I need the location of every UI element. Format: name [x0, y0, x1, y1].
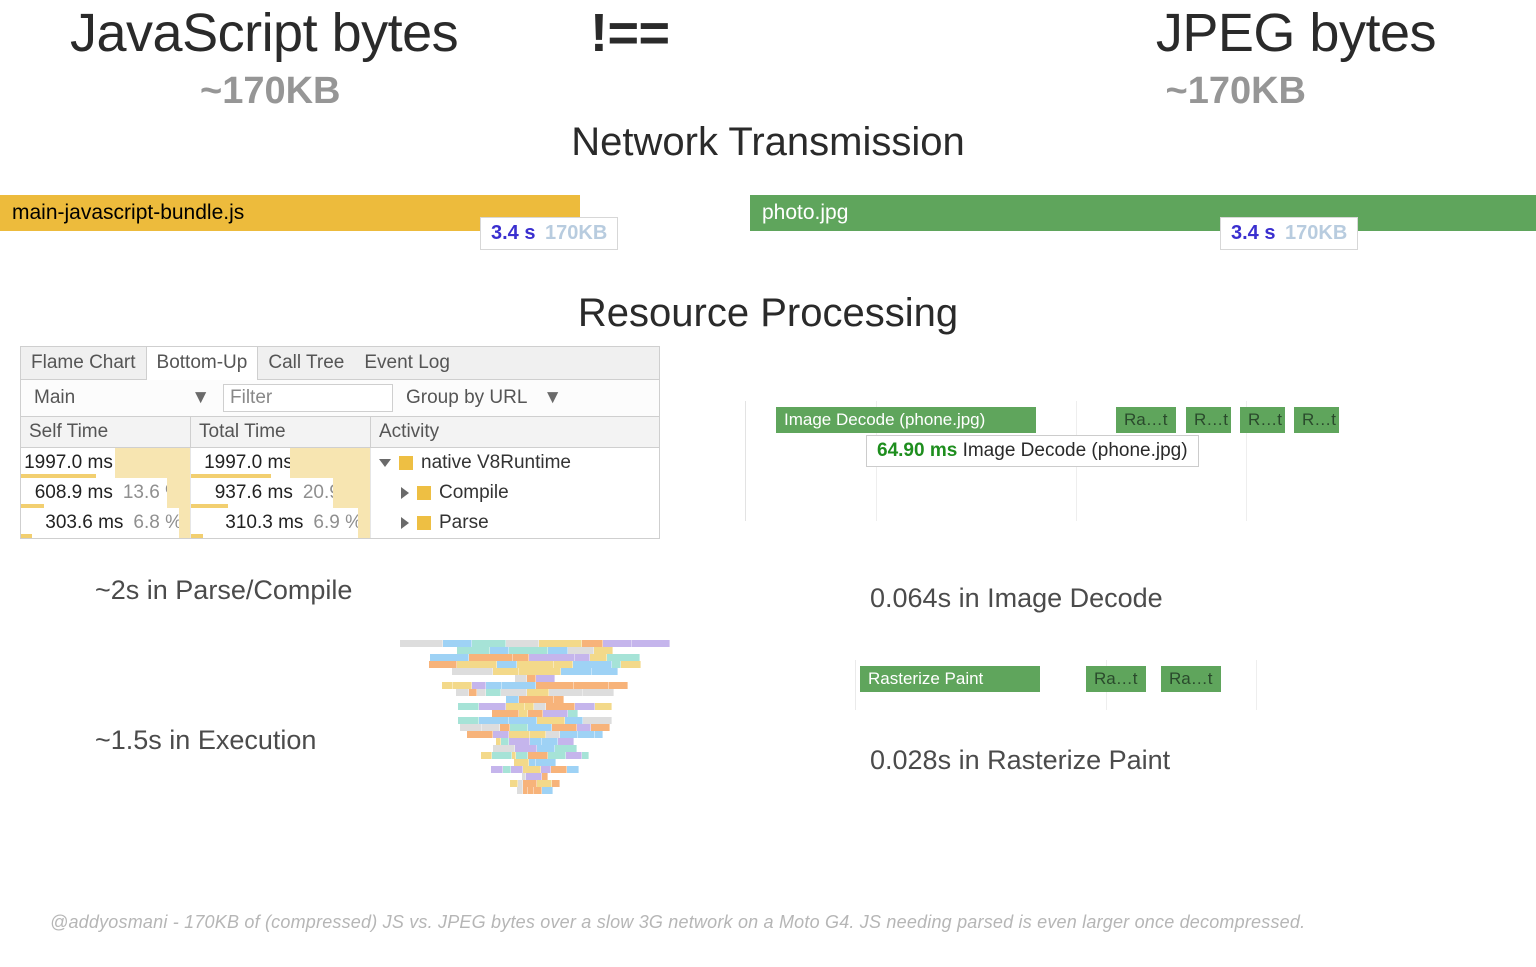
network-area: main-javascript-bundle.js photo.jpg 3.4 … [0, 195, 1536, 275]
decode-bar-raster: R…t [1240, 407, 1285, 433]
network-bar-jpeg: photo.jpg [750, 195, 1536, 231]
self-ms: 1997.0 ms [24, 452, 113, 474]
heading-js: JavaScript bytes [70, 2, 458, 64]
thread-select-label: Main [34, 387, 75, 409]
table-row[interactable]: 303.6 ms 6.8 % 310.3 ms 6.9 % Parse [21, 508, 659, 538]
network-tip-jpeg: 3.4 s 170KB [1220, 217, 1358, 250]
heading-jpeg: JPEG bytes [1156, 2, 1436, 64]
expand-icon[interactable] [401, 517, 409, 529]
devtools-header-row: Self Time Total Time Activity [21, 417, 659, 448]
decode-tooltip-label: Image Decode (phone.jpg) [963, 440, 1188, 461]
summary-jpeg-decode: 0.064s in Image Decode [870, 583, 1163, 614]
activity-label: native V8Runtime [421, 452, 571, 474]
raster-bar-main: Rasterize Paint [860, 666, 1040, 692]
total-ms: 937.6 ms [215, 482, 293, 504]
summary-js-parse: ~2s in Parse/Compile [95, 575, 352, 606]
decode-bar-raster: R…t [1294, 407, 1339, 433]
flamegraph-thumbnail [400, 640, 670, 810]
total-ms: 310.3 ms [225, 512, 303, 534]
devtools-tabs: Flame Chart Bottom-Up Call Tree Event Lo… [21, 347, 659, 380]
network-tip-js-time: 3.4 s [491, 222, 535, 244]
col-total-time[interactable]: Total Time [191, 417, 371, 448]
section-resource-title: Resource Processing [0, 291, 1536, 336]
raster-bar-small: Ra…t [1086, 666, 1146, 692]
tab-flame-chart[interactable]: Flame Chart [21, 347, 146, 379]
script-color-swatch [417, 486, 431, 500]
expand-icon[interactable] [379, 459, 391, 467]
script-color-swatch [417, 516, 431, 530]
decode-tooltip-ms: 64.90 ms [877, 440, 957, 461]
network-tip-jpeg-size: 170KB [1285, 222, 1347, 244]
rasterize-timeline: Rasterize Paint Ra…t Ra…t [855, 660, 1496, 710]
summary-js-execution: ~1.5s in Execution [95, 725, 316, 756]
size-jpeg: ~170KB [1166, 70, 1306, 113]
decode-bar-main: Image Decode (phone.jpg) [776, 407, 1036, 433]
size-js: ~170KB [200, 70, 340, 113]
chevron-down-icon: ▼ [191, 387, 210, 409]
filter-input[interactable]: Filter [223, 384, 393, 412]
self-ms: 303.6 ms [45, 512, 123, 534]
col-activity[interactable]: Activity [371, 417, 659, 448]
tab-event-log[interactable]: Event Log [354, 347, 460, 379]
groupby-select[interactable]: Group by URL ▼ [399, 384, 569, 412]
network-tip-js-size: 170KB [545, 222, 607, 244]
network-tip-jpeg-time: 3.4 s [1231, 222, 1275, 244]
table-row[interactable]: 1997.0 ms 44.6 % 1997.0 ms 44.6 % native… [21, 448, 659, 478]
total-ms: 1997.0 ms [204, 452, 293, 474]
decode-tooltip: 64.90 ms Image Decode (phone.jpg) [866, 435, 1199, 467]
activity-label: Compile [439, 482, 509, 504]
activity-label: Parse [439, 512, 489, 534]
heading-neq: !== [590, 2, 670, 64]
col-self-time[interactable]: Self Time [21, 417, 191, 448]
summary-jpeg-raster: 0.028s in Rasterize Paint [870, 745, 1170, 776]
groupby-select-label: Group by URL [406, 387, 527, 409]
self-pct: 6.8 % [133, 512, 182, 534]
decode-bar-raster: Ra…t [1116, 407, 1176, 433]
script-color-swatch [399, 456, 413, 470]
tab-bottom-up[interactable]: Bottom-Up [146, 347, 259, 380]
table-row[interactable]: 608.9 ms 13.6 % 937.6 ms 20.9 % Compile [21, 478, 659, 508]
tab-call-tree[interactable]: Call Tree [258, 347, 354, 379]
thread-select[interactable]: Main ▼ [27, 384, 217, 412]
decode-bar-raster: R…t [1186, 407, 1231, 433]
raster-bar-small: Ra…t [1161, 666, 1221, 692]
chevron-down-icon: ▼ [543, 387, 562, 409]
expand-icon[interactable] [401, 487, 409, 499]
devtools-panel: Flame Chart Bottom-Up Call Tree Event Lo… [20, 346, 660, 539]
image-decode-timeline: Image Decode (phone.jpg) Ra…t R…t R…t R…… [745, 401, 1536, 521]
self-ms: 608.9 ms [35, 482, 113, 504]
total-pct: 6.9 % [313, 512, 362, 534]
network-tip-js: 3.4 s 170KB [480, 217, 618, 250]
footnote-credit: @addyosmani - 170KB of (compressed) JS v… [50, 912, 1516, 933]
